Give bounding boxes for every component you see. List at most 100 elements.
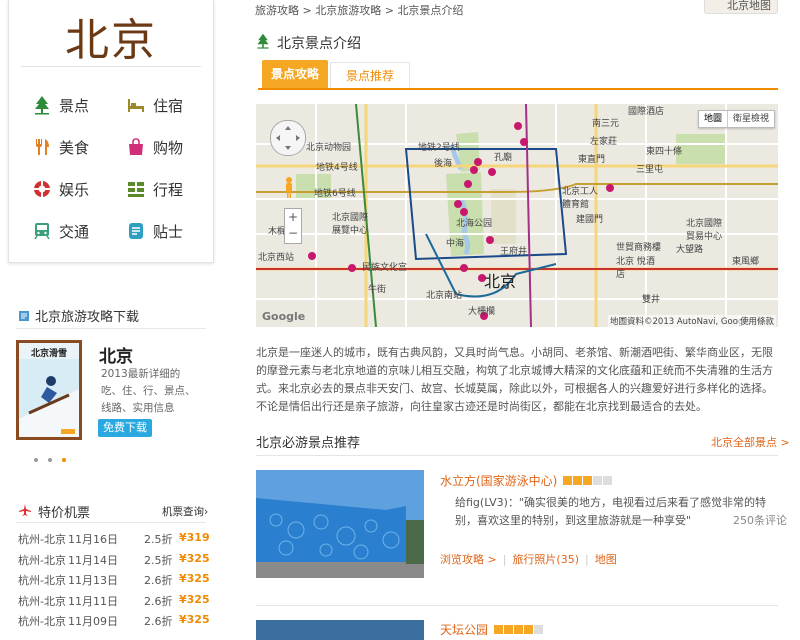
city-intro-text: 北京是一座迷人的城市，既有古典风韵，又具时尚气息。小胡同、老茶馆、新潮酒吧街、繁… (256, 346, 773, 413)
tab-attraction-recommend[interactable]: 景点推荐 (330, 62, 410, 88)
nav-hotel[interactable]: 住宿 (125, 94, 183, 116)
nav-label: 交通 (59, 222, 90, 241)
map-label: 大望路 (676, 245, 704, 255)
map-label: 東風鄉 (732, 257, 760, 267)
map-label: 建國門 (576, 215, 604, 225)
nav-entertainment[interactable]: 娱乐 (31, 178, 89, 200)
nav-tips[interactable]: 贴士 (125, 220, 183, 242)
map-label: 中海 (446, 239, 465, 249)
divider (16, 522, 206, 523)
guide-link[interactable]: 浏览攻略 > (440, 553, 497, 566)
map-label: 地铁2号线 (418, 143, 460, 153)
map-label: 北京工人體育館 (562, 187, 599, 210)
attraction-1: 水立方(国家游泳中心) (440, 472, 613, 489)
map-label: 北京國際貿易中心 (686, 219, 723, 242)
recommend-title: 北京必游景点推荐 (256, 436, 361, 451)
attraction-name[interactable]: 水立方(国家游泳中心) (440, 472, 557, 489)
nav-label: 美食 (59, 138, 90, 157)
map-label: 北京 悅酒店 (616, 257, 655, 280)
map-link[interactable]: 地图 (595, 553, 617, 566)
attraction-photo[interactable] (256, 620, 424, 640)
flight-query-link[interactable]: 机票查询› (162, 504, 208, 519)
nav-label: 购物 (153, 138, 184, 157)
map-label: 孔廟 (494, 153, 513, 163)
tab-attraction-guide[interactable]: 景点攻略 (262, 60, 328, 88)
map-label: 北京南站 (426, 291, 463, 301)
map-label: 東直門 (578, 155, 606, 165)
map-label: 世貿商務樓 (616, 243, 662, 253)
map-pan-control[interactable] (270, 120, 306, 156)
breadcrumb-item[interactable]: 北京旅游攻略 (315, 4, 381, 17)
map-label: 南三元 (592, 119, 620, 129)
attraction-2: 天坛公园 (440, 621, 544, 638)
google-logo[interactable]: Google (262, 310, 305, 323)
flight-row[interactable]: 杭州-北京 11月14日 2.5折 ¥325 (18, 552, 210, 572)
flight-row[interactable]: 杭州-北京 11月16日 2.5折 ¥319 (18, 531, 210, 551)
shopping-bag-icon (125, 136, 147, 158)
nav-transport[interactable]: 交通 (31, 220, 89, 242)
review-count[interactable]: 250条评论 (733, 512, 787, 528)
nav-itinerary[interactable]: 行程 (125, 178, 183, 200)
carousel-dots[interactable] (34, 451, 76, 465)
map-type-satellite-button[interactable]: 衛星檢視 (728, 111, 774, 127)
nav-shopping[interactable]: 购物 (125, 136, 183, 158)
download-title: 北京旅游攻略下载 (18, 306, 139, 325)
map-zoom-control[interactable]: + − (284, 208, 302, 244)
breadcrumb-item[interactable]: 旅游攻略 (255, 4, 299, 17)
nav-label: 住宿 (153, 96, 184, 115)
map-center-label: 北京 (484, 272, 517, 291)
flight-row[interactable]: 杭州-北京 11月09日 2.6折 ¥325 (18, 613, 210, 633)
flight-row[interactable]: 杭州-北京 11月13日 2.6折 ¥325 (18, 572, 210, 592)
map-label: 地铁6号线 (314, 189, 356, 199)
nav-scenic[interactable]: 景点 (31, 94, 89, 116)
airplane-icon (18, 503, 32, 521)
map-label: 北海公园 (456, 219, 493, 229)
map-label: 北京动物园 (306, 143, 352, 153)
attraction-name[interactable]: 天坛公园 (440, 621, 488, 638)
flight-row[interactable]: 杭州-北京 11月11日 2.6折 ¥325 (18, 593, 210, 613)
city-map[interactable]: 北京动物园 地铁4号线 地铁2号线 地铁6号线 北京國際展覽中心 北京西站 民族… (256, 104, 778, 327)
review-quote: 给fig(LV3)："确实很美的地方，电视看过后来看了感觉非常的特别，喜欢这里的… (455, 494, 777, 530)
zoom-in-icon[interactable]: + (285, 209, 301, 225)
rating-stars (563, 476, 613, 485)
divider (256, 455, 778, 456)
attraction-photo[interactable] (256, 470, 424, 578)
map-label: 民族文化宫 (362, 263, 408, 273)
map-label: 北京國際展覽中心 (332, 213, 369, 236)
grid-icon (125, 178, 147, 200)
zoom-out-icon[interactable]: − (285, 225, 301, 241)
map-type-map-button[interactable]: 地圖 (699, 111, 729, 127)
all-attractions-link[interactable]: 北京全部景点 > (711, 434, 790, 450)
map-label: 牛街 (368, 285, 387, 295)
map-label: 大柵欄 (468, 307, 496, 317)
street-view-pegman-icon[interactable] (284, 176, 294, 198)
nav-label: 景点 (59, 96, 90, 115)
map-label: 國際酒店 (628, 107, 665, 117)
breadcrumb: 旅游攻略 > 北京旅游攻略 > 北京景点介绍 (255, 4, 464, 17)
map-label: 北京西站 (258, 253, 295, 263)
city-map-button[interactable]: 北京地图 (704, 0, 778, 14)
map-label: 王府井 (500, 247, 528, 257)
book-name[interactable]: 北京 (99, 342, 133, 367)
reviewer-name[interactable]: 给fig(LV3) (455, 496, 508, 509)
tree-icon (31, 94, 53, 116)
map-label: 雙井 (642, 295, 661, 305)
train-icon (31, 220, 53, 242)
city-nav-card: 北京 景点 住宿 美食 购物 娱乐 行程 交通 贴士 (8, 0, 214, 263)
map-label: 後海 (434, 159, 453, 169)
photos-link[interactable]: 旅行照片(35) (512, 553, 579, 566)
map-terms-link[interactable]: 使用條款 (738, 315, 777, 327)
nav-food[interactable]: 美食 (31, 136, 89, 158)
divider (16, 328, 206, 329)
document-icon (18, 310, 30, 322)
breadcrumb-item: 北京景点介绍 (397, 4, 464, 17)
nav-label: 娱乐 (59, 180, 90, 199)
book-cover-title: 北京滑雪 (30, 349, 67, 359)
free-download-button[interactable]: 免费下载 (98, 419, 152, 437)
divider (256, 605, 778, 606)
map-type-switch: 地圖 衛星檢視 (698, 110, 776, 128)
note-icon (125, 220, 147, 242)
rating-stars (494, 625, 544, 634)
fork-knife-icon (31, 136, 53, 158)
guide-book-cover[interactable]: 北京滑雪 (16, 340, 82, 440)
